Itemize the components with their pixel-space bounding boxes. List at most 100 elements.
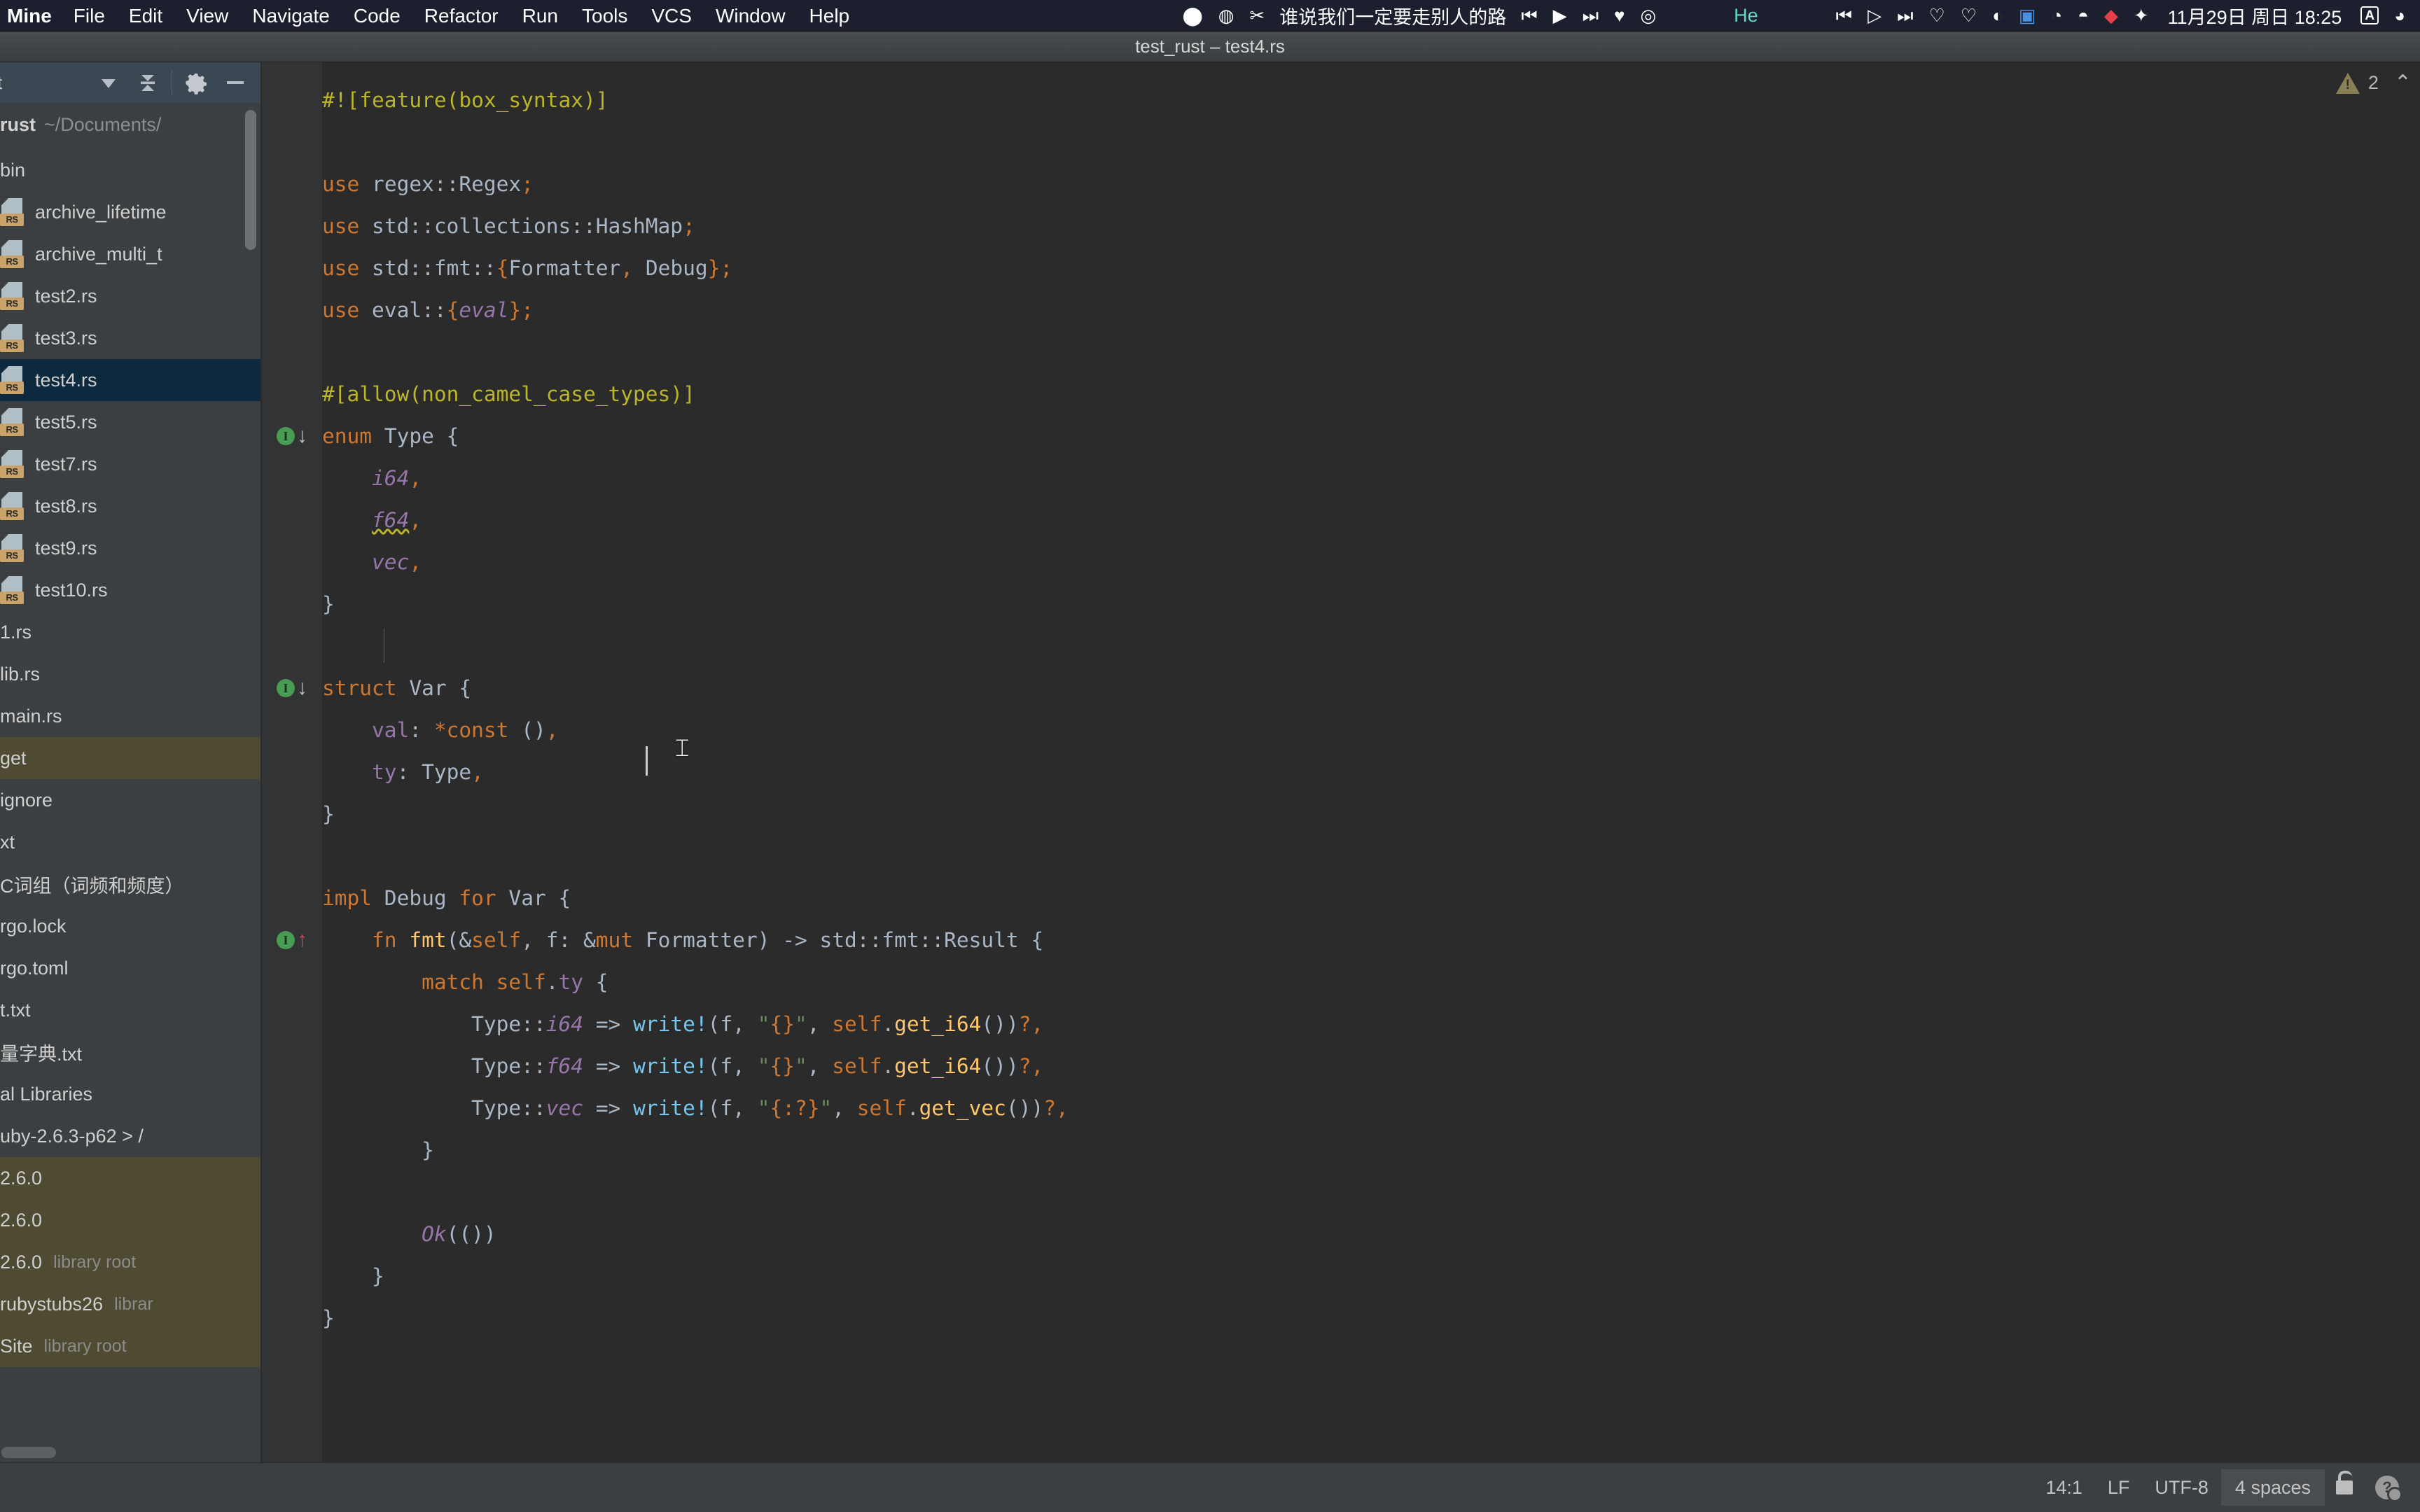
code-line[interactable]: vec, (322, 541, 2378, 583)
tree-row[interactable]: rgo.lock (0, 905, 260, 947)
flame-icon[interactable]: ◐ (1984, 0, 2011, 31)
evernote-icon[interactable]: ◔ (2043, 0, 2070, 31)
line-separator[interactable]: LF (2095, 1469, 2143, 1506)
code-line[interactable]: impl Debug for Var { (322, 877, 2378, 919)
inspection-sidebar[interactable] (2378, 62, 2420, 1462)
menu-app-name[interactable]: Mine (3, 0, 62, 31)
indent-setting[interactable]: 4 spaces (2220, 1469, 2325, 1506)
code-line[interactable]: match self.ty { (322, 961, 2378, 1003)
menu-item-window[interactable]: Window (704, 0, 798, 31)
previous-track-icon[interactable]: ⏮ (1513, 0, 1545, 31)
project-tree[interactable]: bin RS archive_lifetime RS archive_multi_t RS… (0, 146, 260, 1367)
tree-row[interactable]: bin (0, 149, 260, 191)
tree-row[interactable]: RS test3.rs (0, 317, 260, 359)
play-icon-tray[interactable]: ▷ (1860, 0, 1889, 31)
tree-row[interactable]: RS test4.rs (0, 359, 260, 401)
code-line[interactable]: } (322, 1129, 2378, 1171)
compass-icon[interactable]: ◍ (1211, 0, 1242, 31)
tree-row[interactable]: Site library root (0, 1325, 260, 1367)
caret-position[interactable]: 14:1 (2033, 1469, 2095, 1506)
code-line[interactable]: i64, (322, 457, 2378, 499)
implemented-down-icon[interactable]: I ↓ (262, 415, 322, 457)
code-line[interactable]: #[allow(non_camel_case_types)] (322, 373, 2378, 415)
tree-row[interactable]: RS test9.rs (0, 527, 260, 569)
project-vertical-scrollbar[interactable] (245, 110, 256, 250)
netease-music-icon[interactable]: ◎ (1632, 0, 1664, 31)
tree-row[interactable]: RS test10.rs (0, 569, 260, 611)
code-line[interactable] (322, 331, 2378, 373)
code-line[interactable]: val: *const (), (322, 709, 2378, 751)
next-track-icon[interactable]: ⏭ (1575, 0, 1606, 31)
tree-row[interactable]: RS archive_multi_t (0, 233, 260, 275)
tree-row[interactable]: rgo.toml (0, 947, 260, 989)
tree-row[interactable]: uby-2.6.3-p62 > / (0, 1115, 260, 1157)
code-content[interactable]: #![feature(box_syntax)] use regex::Regex… (322, 62, 2378, 1462)
panel-divider[interactable] (260, 62, 262, 1462)
editor-gutter[interactable]: I ↓ I ↓ I ↑ (262, 62, 322, 1462)
play-icon[interactable]: ▶ (1545, 0, 1575, 31)
project-tree-panel[interactable]: rust ~/Documents/ bin RS archive_lifetime R… (0, 103, 260, 1462)
tree-row[interactable]: RS archive_lifetime (0, 191, 260, 233)
code-line[interactable]: use std::collections::HashMap; (322, 205, 2378, 247)
help-settings-icon[interactable]: ? (2364, 1476, 2410, 1502)
code-line[interactable]: fn fmt(&self, f: &mut Formatter) -> std:… (322, 919, 2378, 961)
bird-icon[interactable]: ✦ (2126, 0, 2157, 31)
tree-row[interactable]: 量字典.txt (0, 1031, 260, 1073)
menu-item-refactor[interactable]: Refactor (412, 0, 510, 31)
code-line[interactable] (322, 121, 2378, 163)
now-playing-title[interactable]: 谁说我们一定要走别人的路 (1272, 2, 1513, 29)
code-line[interactable]: use std::fmt::{Formatter, Debug}; (322, 247, 2378, 289)
code-line[interactable]: #![feature(box_syntax)] (322, 79, 2378, 121)
code-line[interactable]: } (322, 1255, 2378, 1297)
code-line[interactable]: use regex::Regex; (322, 163, 2378, 205)
implemented-down-icon[interactable]: I ↓ (262, 667, 322, 709)
code-line[interactable] (322, 835, 2378, 877)
code-line[interactable]: } (322, 583, 2378, 625)
tree-row[interactable]: RS test8.rs (0, 485, 260, 527)
collapse-all-icon[interactable] (128, 62, 167, 103)
code-line[interactable]: Type::vec => write!(f, "{:?}", self.get_… (322, 1087, 2378, 1129)
heart-icon[interactable]: ♥ (1606, 0, 1632, 31)
inspection-status-widget[interactable]: 2 ⌃ (2335, 71, 2412, 95)
code-line[interactable]: f64, (322, 499, 2378, 541)
control-center-icon[interactable]: ◕ (2386, 0, 2413, 31)
menu-item-run[interactable]: Run (510, 0, 570, 31)
previous-track-icon-tray[interactable]: ⏮ (1828, 0, 1860, 31)
code-line[interactable]: Type::f64 => write!(f, "{}", self.get_i6… (322, 1045, 2378, 1087)
project-horizontal-scrollbar[interactable] (1, 1447, 56, 1458)
tree-row[interactable]: 2.6.0 (0, 1199, 260, 1241)
heart-slash-icon[interactable]: ♡ (1953, 0, 1984, 31)
menu-item-tools[interactable]: Tools (570, 0, 639, 31)
menu-item-help[interactable]: Help (798, 0, 862, 31)
code-line[interactable]: enum Type { (322, 415, 2378, 457)
clock-datetime[interactable]: 11月29日 周日 18:25 (2157, 2, 2353, 29)
tree-row[interactable]: al Libraries (0, 1073, 260, 1115)
red-book-icon[interactable]: ◆ (2096, 0, 2126, 31)
menu-item-view[interactable]: View (174, 0, 240, 31)
scissors-icon[interactable]: ✂ (1242, 0, 1272, 31)
heart-outline-icon[interactable]: ♡ (1921, 0, 1952, 31)
tree-row[interactable]: rubystubs26 librar (0, 1283, 260, 1325)
code-line[interactable]: } (322, 793, 2378, 835)
gear-icon[interactable] (176, 62, 216, 103)
he-status-label[interactable]: He (1716, 5, 1776, 27)
input-source-indicator[interactable]: A (2353, 6, 2386, 24)
tree-row[interactable]: 1.rs (0, 611, 260, 653)
project-root-row[interactable]: rust ~/Documents/ (0, 103, 260, 146)
code-line[interactable]: use eval::{eval}; (322, 289, 2378, 331)
menu-item-vcs[interactable]: VCS (639, 0, 704, 31)
tree-row[interactable]: 2.6.0 library root (0, 1241, 260, 1283)
tree-row[interactable]: RS test7.rs (0, 443, 260, 485)
code-line[interactable]: Type::i64 => write!(f, "{}", self.get_i6… (322, 1003, 2378, 1045)
code-line[interactable] (322, 625, 2378, 667)
code-editor[interactable]: I↓I↓I↑ 2 ⌃ #![feature(box_syntax)] use r… (262, 62, 2420, 1462)
tree-row[interactable]: lib.rs (0, 653, 260, 695)
tree-row[interactable]: main.rs (0, 695, 260, 737)
menu-item-edit[interactable]: Edit (117, 0, 174, 31)
code-line[interactable] (322, 1171, 2378, 1213)
drop-icon[interactable]: ◓ (2070, 0, 2096, 31)
tree-row[interactable]: t.txt (0, 989, 260, 1031)
minimize-icon[interactable] (216, 62, 255, 103)
tree-row[interactable]: C词组（词频和频度） (0, 863, 260, 905)
tree-row[interactable]: ignore (0, 779, 260, 821)
